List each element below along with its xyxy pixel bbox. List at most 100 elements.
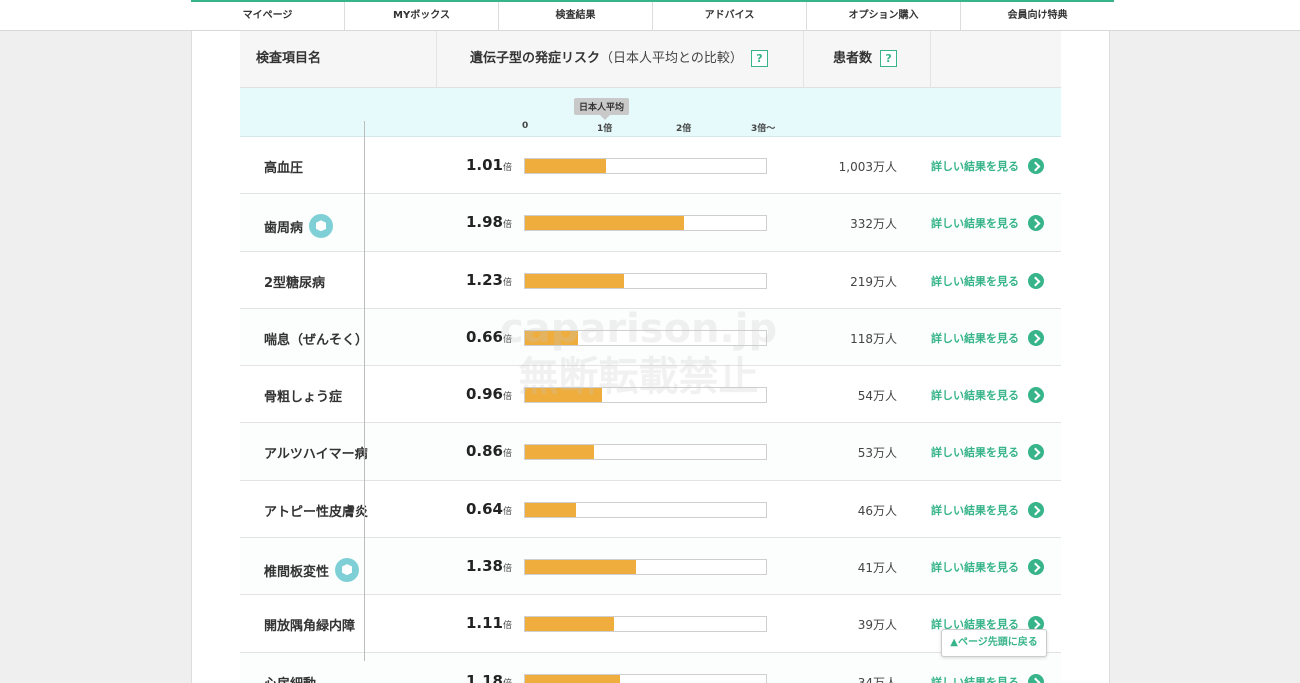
nav-results[interactable]: 検査結果 (498, 2, 652, 31)
disease-name[interactable]: アトピー性皮膚炎 (264, 501, 368, 520)
top-navigation: マイページ MYボックス 検査結果 アドバイス オプション購入 会員向け特典 (0, 0, 1300, 31)
risk-number: 1.01 (465, 156, 503, 174)
risk-value: 1.38倍 (466, 557, 512, 575)
view-details-link[interactable]: 詳しい結果を見る (931, 444, 1044, 461)
risk-number: 1.18 (465, 671, 503, 683)
risk-number: 0.66 (465, 327, 503, 346)
disease-name[interactable]: 2型糖尿病 (264, 272, 325, 291)
risk-unit: 倍 (502, 564, 512, 575)
risk-bar-fill (525, 674, 620, 683)
disease-name[interactable]: 歯周病 (264, 214, 334, 239)
patient-count: 46万人 (857, 503, 897, 518)
risk-value: 1.23倍 (466, 271, 512, 289)
risk-bar-fill (525, 388, 603, 403)
column-header-risk: 遺伝子型の発症リスク（日本人平均との比較）? (470, 47, 768, 67)
scale-tick-2: 2倍 (676, 124, 692, 134)
view-details-link[interactable]: 詳しい結果を見る (931, 158, 1044, 174)
chevron-right-icon (1028, 444, 1044, 461)
disease-name-text: アルツハイマー病 (264, 447, 368, 463)
research-cube-icon (335, 558, 360, 583)
nav-member-benefits[interactable]: 会員向け特典 (960, 2, 1114, 31)
risk-help-icon[interactable]: ? (750, 50, 768, 67)
disease-name[interactable]: 高血圧 (264, 157, 303, 176)
scale-tick-3: 3倍〜 (751, 124, 776, 134)
risk-value: 0.64倍 (466, 500, 512, 518)
risk-bar-track (524, 272, 767, 289)
nav-mypage[interactable]: マイページ (191, 2, 344, 31)
risk-bar-fill (525, 502, 577, 517)
nav-options[interactable]: オプション購入 (806, 2, 960, 31)
disease-name-text: 2型糖尿病 (264, 275, 326, 291)
view-details-link[interactable]: 詳しい結果を見る (931, 501, 1044, 518)
risk-header-sub: （日本人平均との比較） (600, 51, 743, 66)
risk-bar-fill (525, 445, 595, 460)
risk-bar-track (524, 559, 767, 576)
risk-bar-track (524, 673, 767, 683)
disease-name-text: 歯周病 (264, 220, 304, 236)
risk-number: 1.23 (465, 270, 503, 289)
risk-unit: 倍 (502, 277, 512, 288)
disease-name[interactable]: 開放隅角緑内障 (264, 615, 355, 634)
disease-name[interactable]: 椎間板変性 (264, 558, 360, 583)
chevron-right-icon (1028, 673, 1044, 683)
view-details-link[interactable]: 詳しい結果を見る (931, 387, 1044, 404)
risk-bar-fill (525, 617, 615, 632)
chevron-right-icon (1028, 501, 1044, 518)
chevron-right-icon (1028, 559, 1044, 576)
disease-name[interactable]: 心房細動 (264, 673, 316, 683)
view-details-label: 詳しい結果を見る (931, 389, 1019, 403)
risk-number: 0.96 (465, 385, 503, 404)
patient-count: 54万人 (857, 389, 897, 404)
risk-bar-track (524, 329, 767, 346)
risk-bar-fill (525, 216, 685, 231)
research-cube-icon (309, 214, 334, 239)
disease-name-text: 高血圧 (264, 161, 304, 176)
risk-bar-track (524, 501, 767, 518)
view-details-link[interactable]: 詳しい結果を見る (931, 329, 1044, 346)
view-details-label: 詳しい結果を見る (931, 160, 1019, 173)
patient-count: 219万人 (850, 274, 897, 289)
disease-name[interactable]: アルツハイマー病 (264, 443, 368, 462)
view-details-link[interactable]: 詳しい結果を見る (931, 215, 1044, 232)
risk-number: 1.38 (465, 557, 503, 576)
average-reference-line (364, 121, 365, 661)
risk-value: 0.96倍 (466, 385, 512, 403)
patient-count: 53万人 (857, 446, 897, 461)
disease-name-text: 椎間板変性 (264, 564, 330, 580)
patient-count: 1,003万人 (838, 160, 897, 174)
back-to-top-button[interactable]: ▲ページ先頭に戻る (941, 629, 1047, 657)
view-details-label: 詳しい結果を見る (931, 274, 1019, 288)
risk-value: 1.98倍 (466, 213, 512, 231)
column-header-patients: 患者数? (833, 47, 898, 67)
chevron-right-icon (1028, 158, 1044, 174)
view-details-link[interactable]: 詳しい結果を見る (931, 673, 1044, 683)
patients-header-label: 患者数 (833, 51, 873, 66)
risk-bar-track (524, 158, 767, 174)
patients-help-icon[interactable]: ? (880, 50, 898, 67)
risk-unit: 倍 (502, 163, 512, 173)
scale-tick-0: 0 (522, 121, 529, 131)
nav-bar: マイページ MYボックス 検査結果 アドバイス オプション購入 会員向け特典 (191, 0, 1114, 31)
header-divider (803, 31, 804, 88)
disease-name[interactable]: 喘息（ぜんそく） (264, 329, 368, 348)
chevron-right-icon (1028, 272, 1044, 289)
view-details-link[interactable]: 詳しい結果を見る (931, 272, 1044, 289)
patient-count: 39万人 (857, 618, 897, 633)
chevron-right-icon (1028, 215, 1044, 232)
patient-count: 41万人 (857, 561, 897, 576)
view-details-link[interactable]: 詳しい結果を見る (931, 559, 1044, 576)
risk-value: 0.86倍 (466, 442, 512, 460)
chevron-right-icon (1028, 387, 1044, 404)
disease-name-text: 心房細動 (264, 673, 316, 683)
disease-name-text: アトピー性皮膚炎 (264, 504, 369, 520)
header-divider (930, 31, 931, 88)
nav-advice[interactable]: アドバイス (652, 2, 806, 31)
nav-mybox[interactable]: MYボックス (344, 2, 498, 31)
risk-bar-track (524, 215, 767, 232)
chevron-right-icon (1028, 329, 1044, 346)
view-details-label: 詳しい結果を見る (931, 675, 1019, 683)
risk-value: 1.11倍 (466, 614, 512, 632)
japanese-average-label: 日本人平均 (574, 98, 630, 120)
disease-name[interactable]: 骨粗しょう症 (264, 386, 342, 405)
risk-unit: 倍 (502, 334, 512, 345)
